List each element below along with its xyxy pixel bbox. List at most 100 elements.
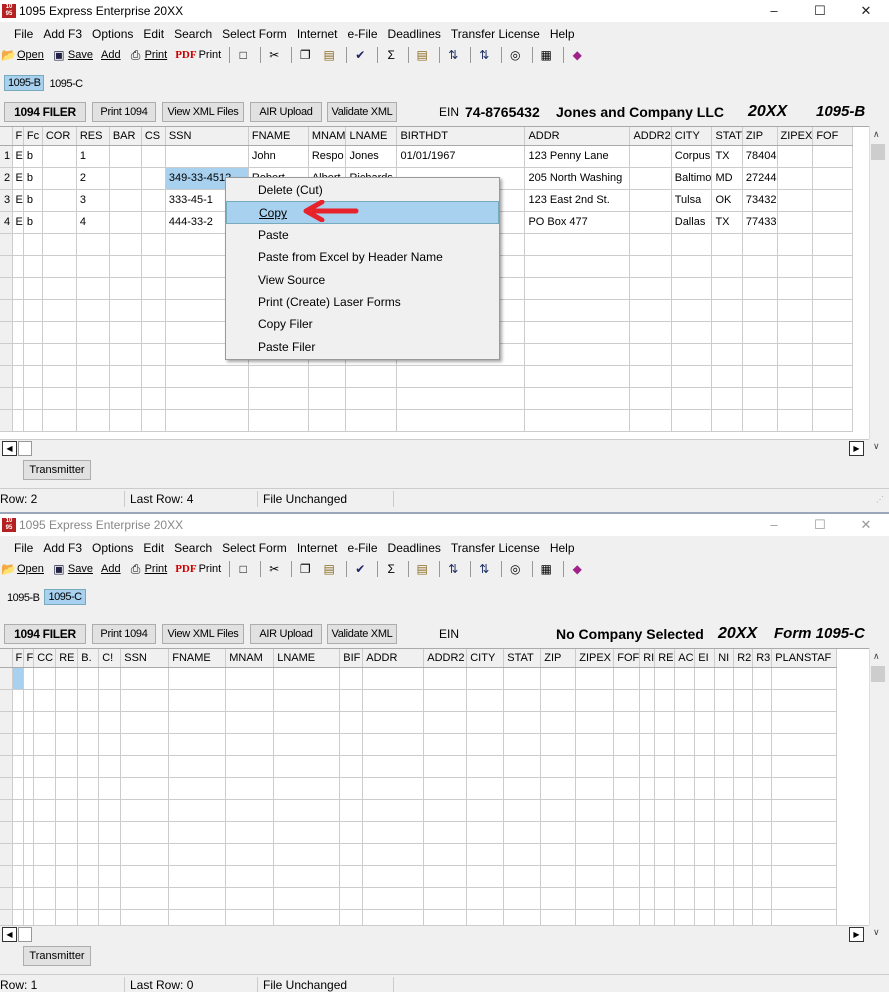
scroll-left-icon[interactable]: ◀ xyxy=(2,441,17,456)
table-cell[interactable] xyxy=(77,821,100,844)
table-cell[interactable] xyxy=(674,667,696,690)
table-cell[interactable] xyxy=(466,711,505,734)
table-row[interactable] xyxy=(0,909,838,925)
scroll-up-icon[interactable]: ∧ xyxy=(873,651,880,662)
table-cell[interactable] xyxy=(524,299,631,322)
row-header[interactable] xyxy=(0,409,13,432)
row-header[interactable] xyxy=(0,365,13,388)
table-cell[interactable] xyxy=(308,387,347,410)
table-row[interactable] xyxy=(0,843,838,866)
column-header[interactable]: R3 xyxy=(752,649,773,668)
table-cell[interactable] xyxy=(466,777,505,800)
menu-internet[interactable]: Internet xyxy=(297,27,338,41)
table-cell[interactable] xyxy=(23,777,35,800)
table-cell[interactable] xyxy=(524,387,631,410)
table-cell[interactable] xyxy=(466,733,505,756)
table-cell[interactable] xyxy=(812,233,854,256)
table-cell[interactable] xyxy=(777,409,814,432)
table-cell[interactable] xyxy=(742,233,778,256)
table-cell[interactable] xyxy=(733,711,754,734)
table-cell[interactable] xyxy=(671,321,713,344)
table-cell[interactable] xyxy=(540,755,577,778)
table-cell[interactable] xyxy=(812,277,854,300)
column-header[interactable]: STAT xyxy=(503,649,542,668)
column-header[interactable]: RE xyxy=(55,649,79,668)
table-cell[interactable] xyxy=(613,909,641,925)
table-cell[interactable] xyxy=(120,733,170,756)
table-cell[interactable] xyxy=(225,865,275,888)
table-cell[interactable] xyxy=(423,887,468,910)
table-cell[interactable] xyxy=(654,799,676,822)
table-cell[interactable] xyxy=(77,799,100,822)
column-header[interactable]: FNAME xyxy=(248,127,309,146)
table-cell[interactable] xyxy=(273,843,341,866)
table-cell[interactable] xyxy=(733,799,754,822)
table-cell[interactable] xyxy=(33,909,57,925)
table-cell[interactable] xyxy=(503,799,542,822)
table-cell[interactable] xyxy=(55,777,79,800)
table-cell[interactable] xyxy=(714,711,735,734)
table-cell[interactable] xyxy=(613,843,641,866)
table-cell[interactable] xyxy=(694,909,716,925)
table-cell[interactable] xyxy=(42,233,77,256)
table-cell[interactable] xyxy=(733,733,754,756)
table-cell[interactable] xyxy=(629,145,672,168)
table-row[interactable] xyxy=(0,667,838,690)
table-cell[interactable] xyxy=(629,233,672,256)
table-cell[interactable] xyxy=(120,887,170,910)
menu-internet[interactable]: Internet xyxy=(297,541,338,555)
table-cell[interactable] xyxy=(362,887,425,910)
table-cell[interactable] xyxy=(733,909,754,925)
table-row[interactable] xyxy=(0,821,838,844)
table-cell[interactable] xyxy=(752,755,773,778)
table-cell[interactable] xyxy=(339,733,364,756)
table-cell[interactable] xyxy=(109,145,142,168)
tab-1095b[interactable]: 1095-B xyxy=(4,591,42,605)
table-cell[interactable] xyxy=(812,409,854,432)
h-scroll-thumb[interactable] xyxy=(18,927,32,942)
air-upload-button[interactable]: AIR Upload xyxy=(250,102,322,122)
table-cell[interactable] xyxy=(613,667,641,690)
table-cell[interactable] xyxy=(109,387,142,410)
table-cell[interactable] xyxy=(225,821,275,844)
table-cell[interactable] xyxy=(165,409,249,432)
table-cell[interactable] xyxy=(711,299,743,322)
table-cell[interactable] xyxy=(812,321,854,344)
table-cell[interactable] xyxy=(771,909,838,925)
table-cell[interactable] xyxy=(168,887,227,910)
table-cell[interactable] xyxy=(671,409,713,432)
table-cell[interactable] xyxy=(225,711,275,734)
table-cell[interactable] xyxy=(12,733,24,756)
table-cell[interactable] xyxy=(12,909,24,925)
table-cell[interactable]: TX xyxy=(711,145,743,168)
table-cell[interactable] xyxy=(654,733,676,756)
table-cell[interactable] xyxy=(742,387,778,410)
view-xml-button[interactable]: View XML Files xyxy=(162,624,244,644)
column-header[interactable]: ADDR xyxy=(362,649,425,668)
table-cell[interactable] xyxy=(674,843,696,866)
column-header[interactable]: FNAME xyxy=(168,649,227,668)
row-header[interactable] xyxy=(0,821,13,844)
table-cell[interactable] xyxy=(120,689,170,712)
table-cell[interactable] xyxy=(141,233,166,256)
tab-1095b[interactable]: 1095-B xyxy=(4,75,45,91)
table-cell[interactable] xyxy=(694,777,716,800)
scroll-thumb[interactable] xyxy=(871,666,885,682)
row-header[interactable] xyxy=(0,909,13,925)
table-cell[interactable] xyxy=(273,799,341,822)
table-cell[interactable] xyxy=(12,755,24,778)
table-row[interactable] xyxy=(0,365,854,388)
table-cell[interactable] xyxy=(339,689,364,712)
column-header[interactable]: CITY xyxy=(466,649,505,668)
table-cell[interactable] xyxy=(714,755,735,778)
column-header[interactable]: COR xyxy=(42,127,77,146)
table-cell[interactable] xyxy=(733,689,754,712)
table-cell[interactable] xyxy=(524,409,631,432)
table-cell[interactable] xyxy=(12,409,24,432)
air-upload-button[interactable]: AIR Upload xyxy=(250,624,322,644)
table-cell[interactable]: Respo xyxy=(308,145,347,168)
table-cell[interactable]: 78404 xyxy=(742,145,778,168)
table-cell[interactable] xyxy=(339,755,364,778)
table-cell[interactable] xyxy=(55,711,79,734)
table-cell[interactable] xyxy=(771,821,838,844)
